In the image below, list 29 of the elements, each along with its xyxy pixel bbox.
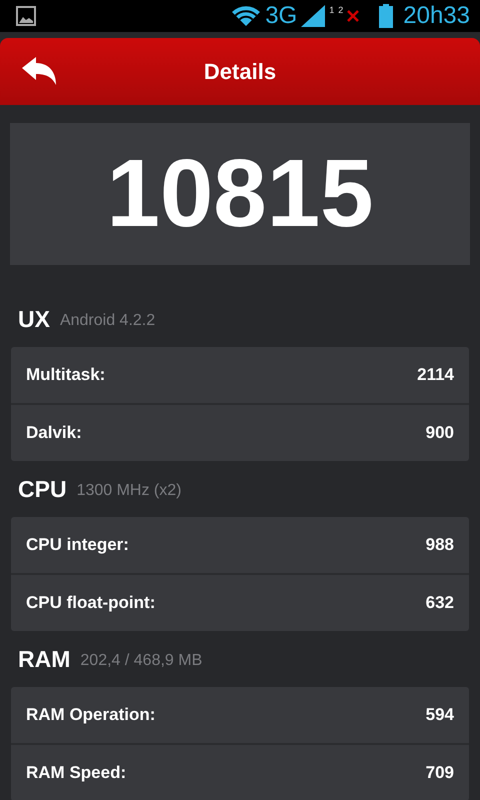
image-icon — [16, 6, 36, 26]
no-signal-icon — [347, 10, 360, 22]
section-subtitle: 1300 MHz (x2) — [76, 482, 182, 500]
test-name: Multitask: — [26, 365, 106, 385]
battery-icon — [379, 4, 394, 28]
sim-label: 1 — [329, 5, 334, 15]
test-name: Dalvik: — [26, 423, 82, 443]
section-title: RAM — [18, 646, 70, 672]
test-name: CPU integer: — [26, 535, 129, 555]
test-score: 632 — [426, 593, 454, 613]
network-type: 3G — [265, 2, 298, 30]
total-score: 10815 — [106, 139, 374, 249]
test-score: 2114 — [417, 365, 454, 385]
signal-icon — [301, 5, 326, 27]
section-subtitle: Android 4.2.2 — [60, 312, 156, 330]
test-name: CPU float-point: — [26, 593, 156, 613]
wifi-icon — [231, 5, 262, 27]
clock: 20h33 — [403, 2, 470, 30]
test-score: 900 — [426, 423, 454, 443]
test-score: 594 — [426, 705, 454, 725]
test-score: 709 — [426, 763, 454, 783]
section-title: UX — [18, 306, 50, 332]
test-name: RAM Operation: — [26, 705, 156, 725]
section-subtitle: 202,4 / 468,9 MB — [80, 652, 202, 670]
sim-label: 2 — [338, 5, 344, 15]
test-score: 988 — [426, 535, 454, 555]
test-name: RAM Speed: — [26, 763, 126, 783]
screen-title: Details — [204, 58, 276, 84]
section-title: CPU — [18, 476, 67, 502]
